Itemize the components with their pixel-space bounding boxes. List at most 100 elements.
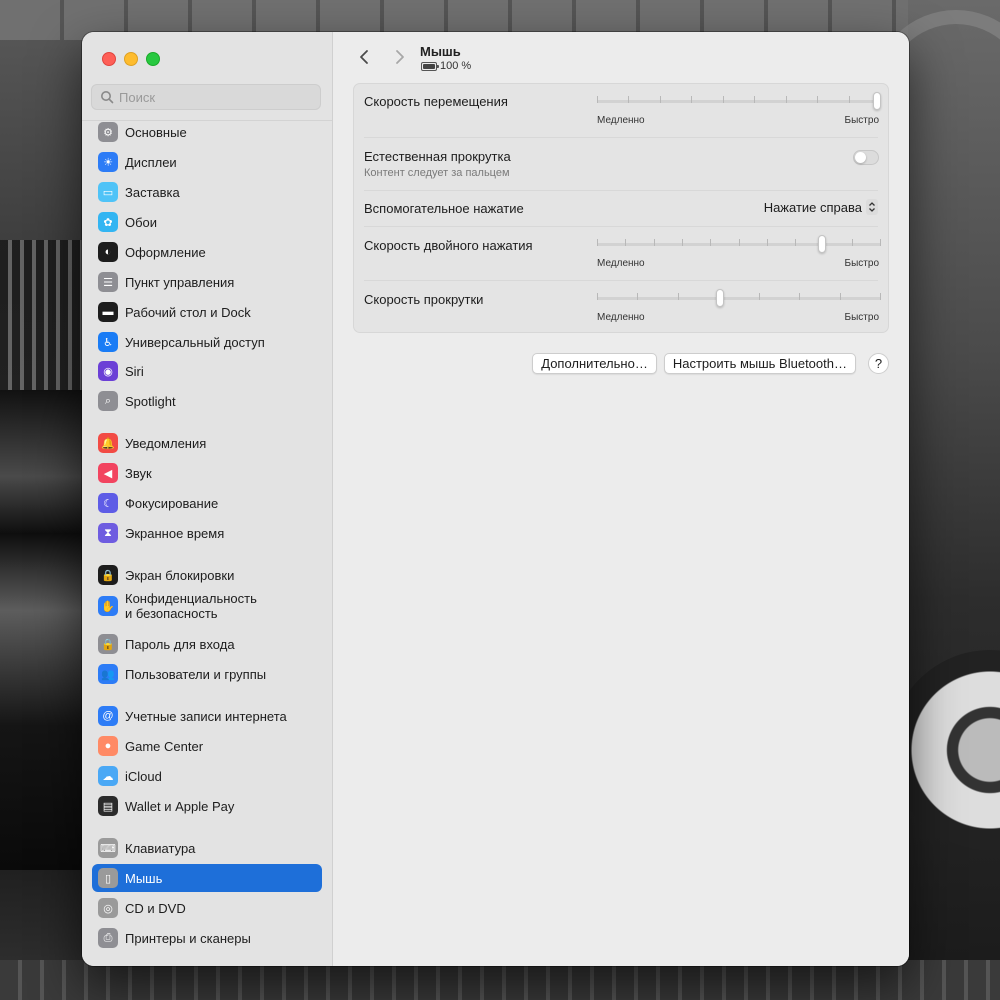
scroll-speed-slider[interactable] [597,289,881,309]
sidebar-item-label: Оформление [125,244,206,260]
search-field[interactable] [91,84,321,110]
sidebar-item[interactable]: ⧗ Экранное время [92,519,322,547]
sidebar-item[interactable]: 🔒 Экран блокировки [92,561,322,589]
double-click-label: Скорость двойного нажатия [364,238,533,253]
zoom-button[interactable] [146,52,160,66]
sidebar-item[interactable]: ☀ Дисплеи [92,148,322,176]
appearance-icon: ◐ [98,242,118,262]
gear-icon: ⚙ [98,122,118,142]
at-icon: @ [98,706,118,726]
sidebar-item-label: Основные [125,124,187,140]
sidebar-item-label: Заставка [125,184,180,200]
secondary-click-value: Нажатие справа [763,199,862,215]
battery-icon [421,61,439,71]
sidebar-item[interactable]: ◀ Звук [92,459,322,487]
sidebar-item[interactable]: ◉ Siri [92,357,322,385]
tracking-speed-slow: Медленно [597,115,645,126]
close-button[interactable] [102,52,116,66]
slider-knob[interactable] [873,92,881,110]
sidebar-item[interactable]: ✿ Обои [92,208,322,236]
sidebar-item[interactable]: ▭ Заставка [92,178,322,206]
magnifier-icon: ⌕ [98,391,118,411]
padlock-icon: 🔒 [98,634,118,654]
battery-status: 100 % [421,60,471,72]
sidebar-item[interactable]: @ Учетные записи интернета [92,702,322,730]
sidebar-item-label: Обои [125,214,158,230]
slider-tick [597,239,598,246]
settings-window: ⚙ Основные ☀ Дисплеи ▭ Заставка ✿ Обои ◐ Оформлен… [82,32,909,966]
setup-bluetooth-mouse-button[interactable]: Настроить мышь Bluetooth… [663,353,856,374]
sidebar-item[interactable]: 🔔 Уведомления [92,429,322,457]
slider-tick [691,96,692,103]
slider-tick [637,293,638,300]
sidebar-item[interactable]: ☁ iCloud [92,762,322,790]
sidebar-item[interactable]: 👥 Пользователи и группы [92,660,322,688]
slider-tick [628,96,629,103]
toggle-knob [855,152,866,163]
hand-icon: ✋ [98,596,118,616]
back-button[interactable] [355,48,373,66]
hourglass-icon: ⧗ [98,523,118,543]
lock-icon: 🔒 [98,565,118,585]
bell-icon: 🔔 [98,433,118,453]
tracking-speed-slider[interactable] [597,92,881,112]
advanced-button[interactable]: Дополнительно… [532,353,657,374]
mouse-icon: ▯ [98,868,118,888]
natural-scroll-toggle[interactable] [853,150,879,165]
help-button[interactable]: ? [868,353,889,374]
sidebar-item[interactable]: ⚙ Основные [92,118,322,146]
sidebar-item-label: Уведомления [125,435,207,451]
sidebar-item[interactable]: ● Game Center [92,732,322,760]
secondary-click-label: Вспомогательное нажатие [364,201,524,216]
sidebar-item[interactable]: 🔒 Пароль для входа [92,630,322,658]
sidebar-item-label: Siri [125,363,144,379]
battery-level: 100 % [440,60,472,72]
screensaver-icon: ▭ [98,182,118,202]
printer-icon: ⎙ [98,928,118,948]
sidebar-item[interactable]: ✋ Конфиденциальность и безопасность [92,589,322,623]
secondary-click-popup[interactable]: Нажатие справа [764,199,878,215]
sidebar-item-label: Пользователи и группы [125,666,267,682]
sidebar-item[interactable]: ◐ Оформление [92,238,322,266]
sidebar-item[interactable]: ⌨ Клавиатура [92,834,322,862]
slider-tick [625,239,626,246]
keyboard-icon: ⌨ [98,838,118,858]
forward-button[interactable] [391,48,409,66]
chevron-right-icon [396,50,404,64]
sidebar-item[interactable]: ⌕ Spotlight [92,387,322,415]
minimize-button[interactable] [124,52,138,66]
scroll-speed-fast: Быстро [844,312,879,323]
slider-tick [840,293,841,300]
sidebar-item-label: Пароль для входа [125,636,235,652]
sidebar-item-label-line1: Конфиденциальность [125,591,257,606]
sidebar-item[interactable]: ☾ Фокусирование [92,489,322,517]
slider-tick [849,96,850,103]
double-click-fast: Быстро [844,258,879,269]
slider-tick [795,239,796,246]
slider-tick [767,239,768,246]
double-click-slow: Медленно [597,258,645,269]
slider-knob[interactable] [818,235,826,253]
siri-icon: ◉ [98,361,118,381]
search-input[interactable] [119,89,299,105]
sidebar-item[interactable]: ⎙ Принтеры и сканеры [92,924,322,952]
sidebar-item[interactable]: ▤ Wallet и Apple Pay [92,792,322,820]
accessibility-icon: ♿ [98,332,118,352]
speaker-icon: ◀ [98,463,118,483]
slider-knob[interactable] [716,289,724,307]
double-click-slider[interactable] [597,235,881,255]
moon-icon: ☾ [98,493,118,513]
sidebar-item[interactable]: ◎ CD и DVD [92,894,322,922]
updown-chevron-icon [866,199,878,215]
sidebar-item[interactable]: ▬ Рабочий стол и Dock [92,298,322,326]
sidebar-item[interactable]: ♿ Универсальный доступ [92,328,322,356]
sidebar-item-label: Дисплеи [125,154,177,170]
settings-group: Скорость перемещения Медленно Быстро Ест… [353,83,889,333]
row-divider [364,226,878,227]
wallet-icon: ▤ [98,796,118,816]
sidebar-item[interactable]: ▯ Мышь [92,864,322,892]
game-center-icon: ● [98,736,118,756]
sidebar-item[interactable]: ☰ Пункт управления [92,268,322,296]
slider-tick [723,96,724,103]
sidebar-item-label-line2: и безопасность [125,606,218,621]
